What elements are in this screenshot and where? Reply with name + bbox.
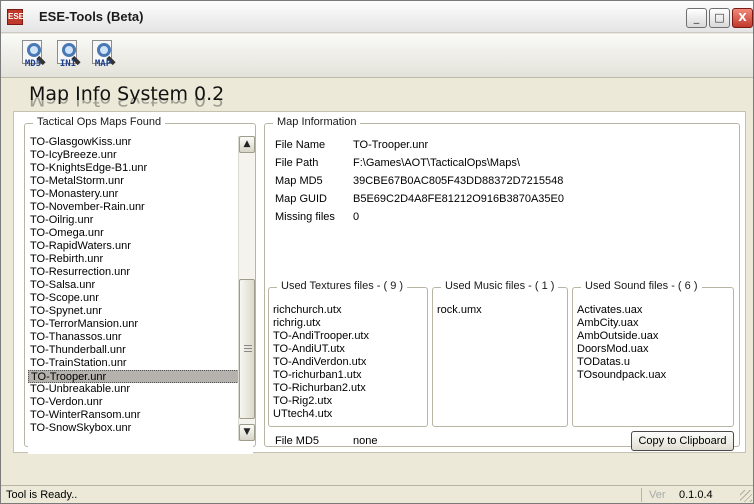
file-name-label: File Name: [275, 139, 326, 151]
map-tool-label: MAP: [94, 59, 112, 69]
map-list-item[interactable]: TO-Spynet.unr: [28, 305, 253, 318]
map-md5-value: 39CBE67B0AC805F43DD88372D7215548: [353, 175, 564, 187]
map-list-item[interactable]: TO-KnightsEdge-B1.unr: [28, 162, 253, 175]
texture-file-item[interactable]: TO-AndiTrooper.utx: [273, 330, 369, 343]
textures-list[interactable]: richchurch.utx richrig.utx TO-AndiTrooper.…: [273, 304, 369, 421]
ini-tool-button[interactable]: INI: [53, 40, 83, 72]
map-list-item[interactable]: TO-Rebirth.unr: [28, 253, 253, 266]
map-list-item[interactable]: TO-GlasgowKiss.unr: [28, 136, 253, 149]
version-label: Ver: [649, 489, 666, 501]
title-bar[interactable]: ESE ESE-Tools (Beta) _ □ X: [1, 1, 753, 33]
map-tool-button[interactable]: MAP: [88, 40, 118, 72]
texture-file-item[interactable]: TO-Richurban2.utx: [273, 382, 369, 395]
file-name-value: TO-Trooper.unr: [353, 139, 429, 151]
map-list-item[interactable]: TO-Trooper.unr: [28, 370, 253, 383]
map-list-item[interactable]: TO-Unbreakable.unr: [28, 383, 253, 396]
missing-files-value: 0: [353, 211, 360, 223]
map-list-item[interactable]: TO-SnowSkybox.unr: [28, 422, 253, 435]
scroll-thumb[interactable]: [239, 279, 255, 419]
scroll-up-arrow-icon[interactable]: ▲: [239, 136, 255, 153]
texture-file-item[interactable]: UTtech4.utx: [273, 408, 369, 421]
map-list-item[interactable]: TO-MetalStorm.unr: [28, 175, 253, 188]
map-guid-value: B5E69C2D4A8FE81212O916B3870A35E0: [353, 193, 564, 205]
map-list-item[interactable]: TO-WinterRansom.unr: [28, 409, 253, 422]
map-guid-label: Map GUID: [275, 193, 327, 205]
texture-file-item[interactable]: richrig.utx: [273, 317, 369, 330]
map-list-item[interactable]: TO-RapidWaters.unr: [28, 240, 253, 253]
resize-grip-icon[interactable]: [740, 490, 752, 502]
map-info-group: Map Information File Name TO-Trooper.unr…: [264, 116, 740, 451]
missing-files-label: Missing files: [275, 211, 335, 223]
map-list-item[interactable]: TO-Verdon.unr: [28, 396, 253, 409]
texture-file-item[interactable]: TO-Rig2.utx: [273, 395, 369, 408]
status-bar: Tool is Ready.. Ver 0.1.0.4: [1, 485, 753, 503]
sound-file-item[interactable]: Activates.uax: [577, 304, 666, 317]
maximize-button[interactable]: □: [709, 8, 730, 28]
sound-file-item[interactable]: AmbCity.uax: [577, 317, 666, 330]
textures-group: Used Textures files - ( 9 ) richchurch.u…: [268, 280, 428, 427]
sound-file-item[interactable]: TOsoundpack.uax: [577, 369, 666, 382]
file-md5-value: none: [353, 435, 378, 447]
md5-tool-button[interactable]: MD5: [18, 40, 48, 72]
music-file-item[interactable]: rock.umx: [437, 304, 482, 317]
maps-list[interactable]: TO-GlasgowKiss.unr TO-IcyBreeze.unr TO-Kni…: [28, 136, 253, 454]
music-list[interactable]: rock.umx: [437, 304, 482, 317]
scroll-down-arrow-icon[interactable]: ▼: [239, 424, 255, 441]
toolbar: MD5 INI MAP: [1, 34, 753, 78]
map-list-item[interactable]: TO-Scope.unr: [28, 292, 253, 305]
sound-file-item[interactable]: TODatas.u: [577, 356, 666, 369]
map-list-item[interactable]: TO-Monastery.unr: [28, 188, 253, 201]
map-list-item[interactable]: TO-Thunderball.unr: [28, 344, 253, 357]
textures-group-title: Used Textures files - ( 9 ): [277, 280, 408, 292]
status-text: Tool is Ready..: [6, 489, 78, 501]
status-divider: [641, 488, 642, 502]
map-md5-label: Map MD5: [275, 175, 323, 187]
sound-file-item[interactable]: DoorsMod.uax: [577, 343, 666, 356]
file-path-label: File Path: [275, 157, 319, 169]
map-list-item[interactable]: TO-TerrorMansion.unr: [28, 318, 253, 331]
map-list-item[interactable]: TO-Salsa.unr: [28, 279, 253, 292]
map-list-item[interactable]: TO-Omega.unr: [28, 227, 253, 240]
texture-file-item[interactable]: TO-richurban1.utx: [273, 369, 369, 382]
map-list-item[interactable]: TO-TrainStation.unr: [28, 357, 253, 370]
sound-file-item[interactable]: AmbOutside.uax: [577, 330, 666, 343]
map-info-group-title: Map Information: [273, 116, 361, 128]
minimize-button[interactable]: _: [686, 8, 707, 28]
map-list-item[interactable]: TO-Resurrection.unr: [28, 266, 253, 279]
file-md5-label: File MD5: [275, 435, 320, 447]
app-heading-reflection: Map Info System 0.2: [29, 98, 225, 110]
maps-list-scrollbar[interactable]: ▲ ▼: [238, 136, 255, 441]
music-group-title: Used Music files - ( 1 ): [441, 280, 559, 292]
map-list-item[interactable]: TO-Oilrig.unr: [28, 214, 253, 227]
maps-group: Tactical Ops Maps Found TO-GlasgowKiss.u…: [24, 116, 256, 454]
main-content: Tactical Ops Maps Found TO-GlasgowKiss.u…: [13, 111, 746, 454]
music-group: Used Music files - ( 1 ) rock.umx: [432, 280, 568, 427]
close-button[interactable]: X: [732, 8, 753, 28]
map-list-item[interactable]: TO-November-Rain.unr: [28, 201, 253, 214]
sound-group-title: Used Sound files - ( 6 ): [581, 280, 702, 292]
texture-file-item[interactable]: TO-AndiUT.utx: [273, 343, 369, 356]
version-value: 0.1.0.4: [679, 489, 713, 501]
app-icon: ESE: [7, 9, 24, 25]
window-title: ESE-Tools (Beta): [39, 9, 144, 24]
map-list-item[interactable]: TO-Thanassos.unr: [28, 331, 253, 344]
texture-file-item[interactable]: TO-AndiVerdon.utx: [273, 356, 369, 369]
app-window: ESE ESE-Tools (Beta) _ □ X MD5 INI MAP M…: [0, 0, 754, 504]
md5-tool-label: MD5: [24, 59, 42, 69]
ini-tool-label: INI: [59, 59, 77, 69]
map-list-item[interactable]: TO-IcyBreeze.unr: [28, 149, 253, 162]
sound-list[interactable]: Activates.uax AmbCity.uax AmbOutside.uax Do…: [577, 304, 666, 382]
sound-group: Used Sound files - ( 6 ) Activates.uax Am…: [572, 280, 734, 427]
maps-group-title: Tactical Ops Maps Found: [33, 116, 166, 128]
texture-file-item[interactable]: richchurch.utx: [273, 304, 369, 317]
file-path-value: F:\Games\AOT\TacticalOps\Maps\: [353, 157, 520, 169]
copy-to-clipboard-button[interactable]: Copy to Clipboard: [631, 431, 734, 451]
grip-icon: [244, 345, 252, 352]
